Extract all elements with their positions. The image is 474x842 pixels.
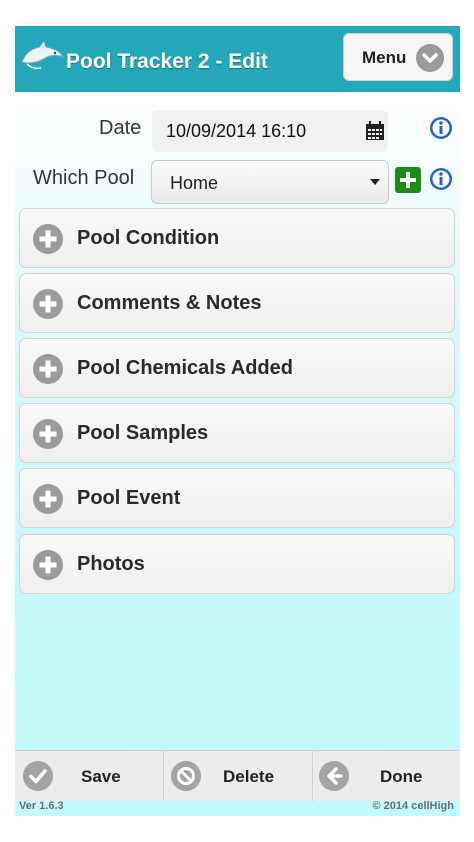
date-field[interactable]: 10/09/2014 16:10 xyxy=(152,110,388,152)
section-label: Pool Event xyxy=(77,487,181,509)
dolphin-logo-icon xyxy=(21,41,65,69)
delete-button-label: Delete xyxy=(223,767,275,786)
copyright-text: © 2014 cellHigh xyxy=(372,800,454,812)
expand-plus-icon xyxy=(33,484,63,514)
add-pool-button[interactable] xyxy=(395,167,421,193)
footer-toolbar: Save Delete Done xyxy=(15,750,460,801)
chevron-down-icon xyxy=(416,44,444,72)
section-comments-notes[interactable]: Comments & Notes xyxy=(19,273,455,333)
done-button-label: Done xyxy=(380,767,423,786)
section-pool-event[interactable]: Pool Event xyxy=(19,468,455,528)
section-label: Pool Condition xyxy=(77,227,220,249)
date-value: 10/09/2014 16:10 xyxy=(166,121,307,141)
back-arrow-icon xyxy=(319,761,349,791)
expand-plus-icon xyxy=(33,354,63,384)
save-button[interactable]: Save xyxy=(15,751,163,801)
dropdown-caret-icon xyxy=(370,179,380,185)
menu-button[interactable]: Menu xyxy=(343,33,453,81)
pool-label: Which Pool xyxy=(33,167,135,189)
section-label: Pool Samples xyxy=(77,422,209,444)
section-pool-chemicals-added[interactable]: Pool Chemicals Added xyxy=(19,338,455,398)
section-photos[interactable]: Photos xyxy=(19,534,455,594)
date-label: Date xyxy=(99,117,142,139)
section-pool-samples[interactable]: Pool Samples xyxy=(19,403,455,463)
page-title: Pool Tracker 2 - Edit xyxy=(66,50,268,73)
pool-select[interactable]: Home xyxy=(151,160,389,204)
checkmark-icon xyxy=(23,761,53,791)
delete-button[interactable]: Delete xyxy=(164,751,312,801)
pool-select-value: Home xyxy=(170,173,219,193)
header-bar: Pool Tracker 2 - Edit Menu xyxy=(15,26,460,92)
menu-button-label: Menu xyxy=(362,48,407,67)
expand-plus-icon xyxy=(33,289,63,319)
date-info-icon[interactable] xyxy=(429,116,453,140)
done-button[interactable]: Done xyxy=(313,751,460,801)
plus-icon xyxy=(400,172,416,188)
version-text: Ver 1.6.3 xyxy=(19,800,64,812)
section-pool-condition[interactable]: Pool Condition xyxy=(19,208,455,268)
pool-info-icon[interactable] xyxy=(429,167,453,191)
save-button-label: Save xyxy=(81,767,121,786)
calendar-icon[interactable] xyxy=(365,121,385,141)
section-label: Photos xyxy=(77,553,145,575)
section-label: Pool Chemicals Added xyxy=(77,357,293,379)
app-screen: Pool Tracker 2 - Edit Menu Date 10/09/20… xyxy=(15,26,460,816)
delete-icon xyxy=(171,761,201,791)
expand-plus-icon xyxy=(33,419,63,449)
expand-plus-icon xyxy=(33,550,63,580)
section-label: Comments & Notes xyxy=(77,292,262,314)
expand-plus-icon xyxy=(33,224,63,254)
